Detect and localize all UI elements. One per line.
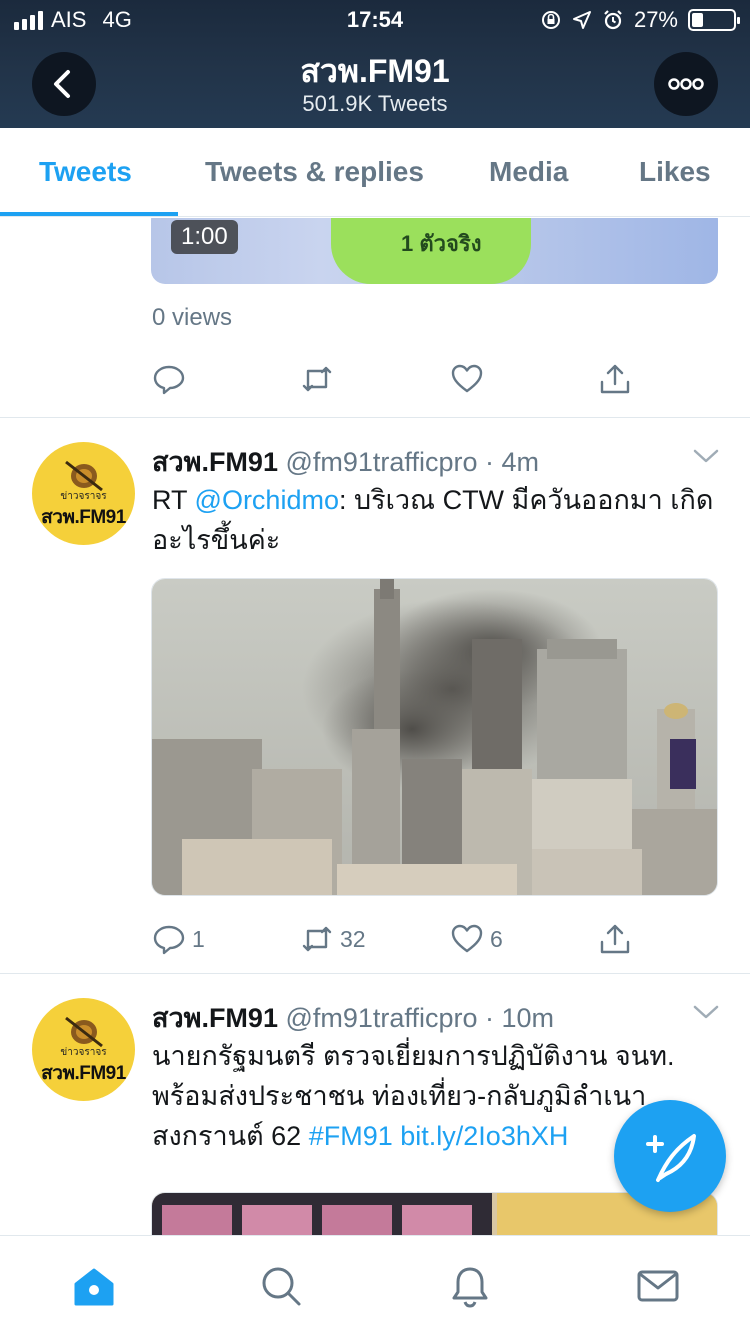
tweet-text: RT @Orchidmo: บริเวณ CTW มีควันออกมา เกิ…: [152, 480, 722, 560]
retweet-icon: [302, 366, 332, 392]
compose-tweet-button[interactable]: [614, 1100, 726, 1212]
avatar-big-text: สวพ.FM91: [41, 1063, 126, 1084]
search-icon[interactable]: [259, 1264, 303, 1308]
like-count: 6: [490, 925, 503, 952]
status-bar: AIS 4G 17:54 27%: [0, 0, 750, 40]
bottom-tab-bar: [0, 1235, 750, 1334]
like-button[interactable]: [450, 362, 484, 396]
share-icon: [600, 364, 630, 394]
share-button[interactable]: [598, 922, 632, 956]
video-overlay-text: 1 ตัวจริง: [401, 231, 482, 256]
tweet-actions: [152, 362, 652, 402]
more-button[interactable]: [654, 52, 718, 116]
tweet-item[interactable]: ข่าวจราจร สวพ.FM91 สวพ.FM91 @fm91traffic…: [0, 418, 750, 974]
tweet-header: สวพ.FM91 @fm91trafficpro · 10m: [152, 996, 554, 1039]
share-icon: [600, 924, 630, 954]
notifications-icon[interactable]: [448, 1264, 492, 1308]
like-icon: [451, 924, 483, 953]
tweet-text-prefix: RT: [152, 485, 195, 515]
alarm-icon: [604, 10, 622, 30]
battery-percent: 27%: [633, 7, 678, 32]
like-button[interactable]: 6: [450, 922, 503, 956]
share-button[interactable]: [598, 362, 632, 396]
reply-button[interactable]: [152, 362, 186, 396]
tab-media[interactable]: Media: [489, 156, 568, 188]
profile-title-block: สวพ.FM91 501.9K Tweets: [0, 52, 750, 118]
tab-tweets-and-replies[interactable]: Tweets & replies: [205, 156, 424, 188]
compose-icon: [646, 1134, 696, 1182]
chevron-down-icon[interactable]: [692, 446, 720, 466]
video-player[interactable]: 1 ตัวจริง 1:00: [151, 218, 718, 284]
more-icon: [668, 78, 704, 90]
author-name[interactable]: สวพ.FM91: [152, 447, 278, 477]
tab-likes[interactable]: Likes: [639, 156, 711, 188]
tweet-time: · 4m: [484, 447, 539, 477]
tweet-count: 501.9K Tweets: [302, 91, 448, 116]
reply-icon: [153, 925, 185, 955]
tweet-time: · 10m: [484, 1003, 555, 1033]
tweet-header: สวพ.FM91 @fm91trafficpro · 4m: [152, 440, 539, 483]
reply-button[interactable]: 1: [152, 922, 205, 956]
like-icon: [451, 364, 483, 393]
avatar[interactable]: ข่าวจราจร สวพ.FM91: [32, 998, 135, 1101]
retweet-button[interactable]: [300, 362, 334, 396]
retweet-count: 32: [340, 925, 366, 952]
reply-count: 1: [192, 925, 205, 952]
location-icon: [572, 11, 591, 29]
author-name[interactable]: สวพ.FM91: [152, 1003, 278, 1033]
mention-link[interactable]: @Orchidmo: [195, 485, 339, 515]
avatar[interactable]: ข่าวจราจร สวพ.FM91: [32, 442, 135, 545]
url-link[interactable]: bit.ly/2Io3hXH: [400, 1121, 568, 1151]
retweet-button[interactable]: 32: [300, 922, 366, 956]
rotation-lock-icon: [541, 11, 560, 29]
retweet-icon: [302, 926, 332, 952]
profile-tabs: Tweets Tweets & replies Media Likes: [0, 128, 750, 217]
tweet-actions: 1 32 6: [152, 922, 652, 962]
chevron-down-icon[interactable]: [692, 1002, 720, 1022]
messages-icon[interactable]: [636, 1264, 680, 1308]
tab-tweets[interactable]: Tweets: [39, 156, 132, 188]
city-smoke-photo: [152, 579, 717, 895]
hashtag-link[interactable]: #FM91: [309, 1121, 393, 1151]
profile-name: สวพ.FM91: [300, 53, 450, 89]
reply-icon: [153, 365, 185, 395]
tweet-photo[interactable]: [151, 578, 718, 896]
view-count: 0 views: [152, 304, 233, 331]
home-icon[interactable]: [72, 1264, 116, 1308]
avatar-big-text: สวพ.FM91: [41, 507, 126, 528]
video-duration: 1:00: [171, 220, 238, 254]
battery-icon: [688, 9, 740, 31]
author-handle[interactable]: @fm91trafficpro: [285, 1003, 477, 1033]
tweet-item[interactable]: 1 ตัวจริง 1:00 0 views: [0, 218, 750, 418]
author-handle[interactable]: @fm91trafficpro: [285, 447, 477, 477]
profile-header: AIS 4G 17:54 27% สวพ.FM91 501.9K Tweets: [0, 0, 750, 128]
timeline[interactable]: 1 ตัวจริง 1:00 0 views ข่าวจราจร สวพ.FM9…: [0, 218, 750, 1235]
active-tab-indicator: [0, 212, 178, 216]
